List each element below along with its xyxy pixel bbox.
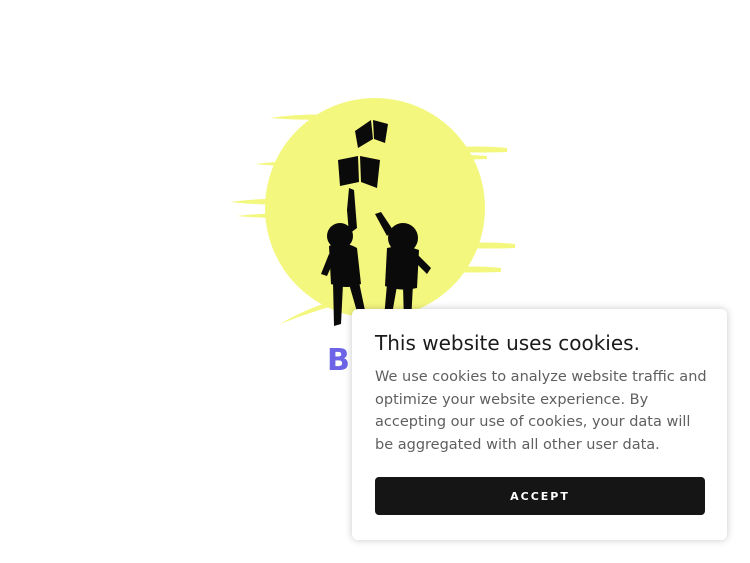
brand-title: B xyxy=(327,343,352,378)
cookie-banner-title: This website uses cookies. xyxy=(375,331,640,355)
site-logo xyxy=(225,98,520,330)
page: B This website uses cookies. We use cook… xyxy=(0,0,750,563)
children-reaching-for-books-logo-icon xyxy=(230,98,515,326)
cookie-banner-message: We use cookies to analyze website traffi… xyxy=(375,369,707,453)
brand-title-text: B xyxy=(327,343,352,378)
accept-cookies-button[interactable]: ACCEPT xyxy=(375,477,705,515)
cookie-consent-banner: This website uses cookies. We use cookie… xyxy=(352,309,727,540)
